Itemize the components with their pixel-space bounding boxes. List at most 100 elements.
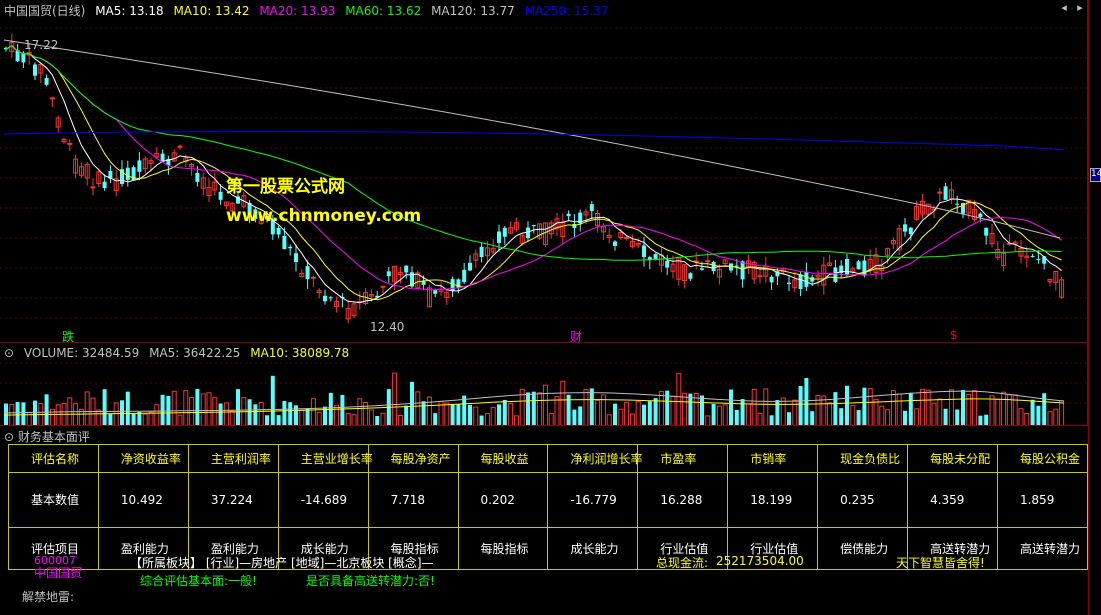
slogan: 天下智慧皆舍得! (896, 556, 985, 570)
volume-bar (955, 409, 960, 426)
volume-bar (236, 389, 240, 426)
price-chart-canvas[interactable] (0, 0, 1088, 342)
volume-bar (734, 409, 739, 426)
volume-bar (642, 404, 646, 426)
volume-chart-pane[interactable]: ⊙ VOLUME: 32484.59 MA5: 36422.25 MA10: 3… (0, 342, 1088, 426)
total-cash-value: 252173504.00 (716, 554, 804, 568)
candle-body (531, 225, 536, 227)
value-cell: 1.859 (996, 472, 1089, 528)
header-cell: 净资收益率 (97, 443, 189, 474)
volume-bar (531, 391, 536, 426)
category-cell: 高送转潜力 (996, 526, 1089, 571)
volume-bar (827, 402, 833, 426)
moving-average-line (5, 45, 1062, 301)
volume-bar (740, 399, 745, 426)
volume-bar (305, 408, 310, 426)
volume-bar (896, 393, 902, 426)
candle-body (798, 274, 803, 290)
volume-bar (1030, 399, 1035, 426)
high-transfer-potential: 是否具备高送转潜力:否! (306, 574, 435, 588)
candle-body (468, 262, 472, 271)
candle-body (323, 295, 327, 302)
candle-body (845, 259, 849, 275)
volume-bar (1001, 391, 1007, 426)
volume-bar (833, 392, 838, 426)
price-chart-pane[interactable]: 中国国贸(日线) MA5: 13.18 MA10: 13.42 MA20: 13… (0, 0, 1088, 344)
volume-bar (850, 405, 856, 426)
candle-body (665, 260, 670, 268)
total-cash-label: 总现金流: (656, 556, 709, 570)
ma10-label: MA10: 13.42 (173, 4, 250, 18)
ma5-label: MA5: 13.18 (95, 4, 164, 18)
candle-body (195, 172, 200, 182)
volume-bar (867, 388, 873, 426)
volume-bar (44, 394, 49, 426)
candle-body (787, 282, 791, 285)
candle-body (288, 246, 293, 249)
scroll-left-icon[interactable]: ◂ (1058, 2, 1070, 14)
volume-bar (903, 410, 907, 426)
candle-body (955, 203, 960, 205)
candle-body (380, 285, 386, 288)
value-cell: 0.235 (817, 472, 909, 528)
candle-body (1036, 258, 1041, 260)
value-cell: 7.718 (367, 472, 459, 528)
volume-ma5-label: MA5: 36422.25 (149, 346, 241, 360)
volume-legend: ⊙ VOLUME: 32484.59 MA5: 36422.25 MA10: 3… (4, 346, 355, 360)
candle-body (328, 297, 333, 299)
volume-bar (578, 406, 583, 426)
volume-bar (415, 391, 421, 426)
candle-body (903, 224, 907, 232)
header-cell: 每股未分配 (907, 443, 998, 474)
volume-bar (862, 387, 867, 426)
candle-body (589, 204, 594, 212)
candle-body (937, 191, 943, 194)
sector-info: 【所属板块】 [行业]—房地产 [地域]—北京板块 [概念]— (130, 556, 434, 570)
volume-bar (560, 380, 566, 426)
header-cell: 每股收益 (457, 443, 549, 474)
financial-panel-title: 财务基本面评 (17, 430, 90, 444)
financial-panel-header: ⊙ 财务基本面评 (4, 428, 90, 445)
header-cell: 市销率 (727, 443, 819, 474)
volume-bar (729, 389, 733, 426)
candle-body (497, 231, 501, 243)
signal-dollar-label: $ (950, 328, 958, 342)
volume-bar (583, 388, 589, 426)
volume-bar (589, 388, 594, 426)
volume-bar (821, 395, 827, 426)
volume-bar (931, 402, 937, 426)
candle-body (137, 160, 142, 172)
volume-bar (508, 402, 514, 426)
financial-table: 评估名称 净资收益率 主营利润率 主营业增长率 每股净资产 每股收益 净利润增长率 市盈率 市销… (8, 443, 1089, 571)
volume-bar (33, 400, 37, 426)
candle-body (856, 261, 861, 270)
volume-bar (1053, 408, 1059, 426)
volume-bar (160, 394, 165, 426)
volume-bar (670, 395, 676, 426)
table-header-row: 评估名称 净资收益率 主营利润率 主营业增长率 每股净资产 每股收益 净利润增长率 市盈率 市销… (8, 443, 1089, 474)
volume-bar (368, 409, 374, 426)
volume-bar (125, 391, 130, 426)
scroll-right-icon[interactable]: ▸ (1074, 2, 1086, 14)
low-price-label: 12.40 (370, 320, 405, 334)
volume-bar (73, 403, 79, 426)
volume-bar (948, 389, 954, 426)
volume-bar (218, 403, 223, 426)
candle-body (804, 271, 809, 287)
category-cell: 每股指标 (457, 526, 549, 571)
volume-bar (96, 409, 102, 426)
volume-bar (751, 388, 757, 426)
volume-bar (839, 408, 844, 426)
volume-bar (294, 405, 298, 426)
volume-bar (15, 402, 20, 426)
volume-bar (154, 404, 160, 426)
right-price-scale[interactable] (1088, 0, 1101, 615)
volume-bar (404, 405, 409, 426)
volume-bar (653, 398, 658, 426)
ma120-label: MA120: 13.77 (431, 4, 515, 18)
candle-body (769, 276, 774, 283)
volume-bar (961, 390, 965, 426)
volume-bar (943, 408, 948, 426)
volume-bar (84, 391, 90, 426)
volume-bar (972, 390, 978, 426)
